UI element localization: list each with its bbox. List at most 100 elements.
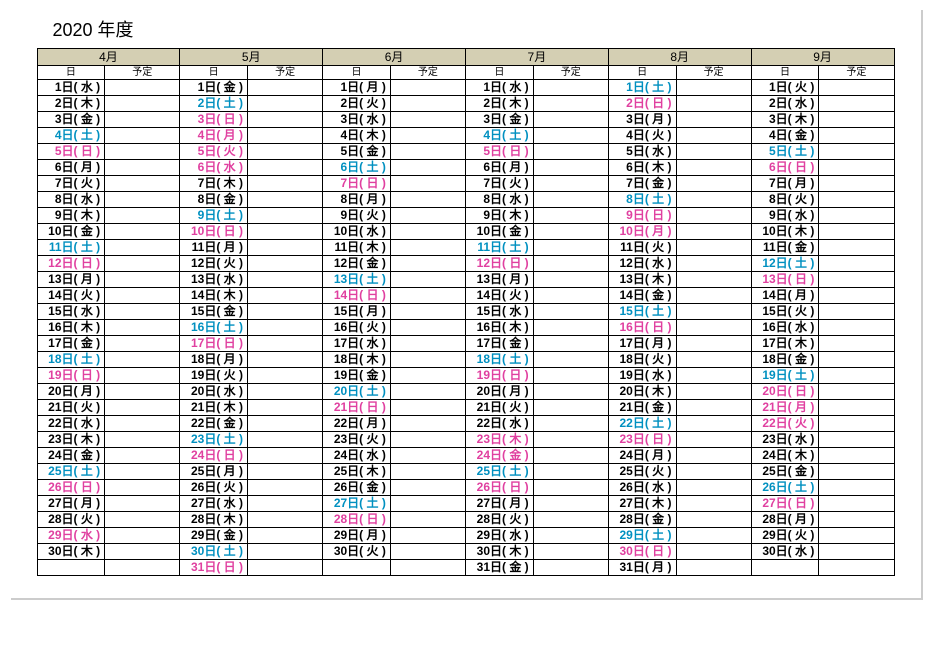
plan-cell <box>533 368 608 384</box>
day-cell: 29日( 土 ) <box>608 528 676 544</box>
plan-cell <box>390 192 465 208</box>
plan-cell <box>105 432 180 448</box>
day-cell: 30日( 火 ) <box>323 544 391 560</box>
plan-cell <box>248 160 323 176</box>
day-cell: 26日( 土 ) <box>751 480 819 496</box>
plan-cell <box>533 528 608 544</box>
day-cell: 23日( 土 ) <box>180 432 248 448</box>
day-cell: 17日( 金 ) <box>37 336 105 352</box>
table-row: 3日( 金 )3日( 日 )3日( 水 )3日( 金 )3日( 月 )3日( 木… <box>37 112 894 128</box>
plan-cell <box>390 384 465 400</box>
day-cell <box>751 560 819 576</box>
plan-cell <box>676 224 751 240</box>
day-cell: 21日( 火 ) <box>37 400 105 416</box>
plan-cell <box>676 256 751 272</box>
day-cell: 21日( 金 ) <box>608 400 676 416</box>
day-cell: 4日( 土 ) <box>37 128 105 144</box>
plan-cell <box>533 448 608 464</box>
plan-cell <box>819 80 894 96</box>
plan-cell <box>105 384 180 400</box>
plan-cell <box>105 480 180 496</box>
day-cell: 24日( 日 ) <box>180 448 248 464</box>
plan-cell <box>390 336 465 352</box>
month-header: 5月 <box>180 49 323 66</box>
day-cell: 13日( 月 ) <box>37 272 105 288</box>
day-cell: 16日( 火 ) <box>323 320 391 336</box>
day-cell: 28日( 金 ) <box>608 512 676 528</box>
day-cell: 4日( 火 ) <box>608 128 676 144</box>
plan-cell <box>819 256 894 272</box>
plan-cell <box>105 448 180 464</box>
day-cell: 6日( 日 ) <box>751 160 819 176</box>
day-cell: 5日( 水 ) <box>608 144 676 160</box>
plan-cell <box>248 96 323 112</box>
plan-cell <box>676 416 751 432</box>
plan-cell <box>105 144 180 160</box>
day-cell: 18日( 月 ) <box>180 352 248 368</box>
plan-cell <box>105 272 180 288</box>
plan-cell <box>533 304 608 320</box>
day-cell: 28日( 日 ) <box>323 512 391 528</box>
day-cell: 8日( 火 ) <box>751 192 819 208</box>
day-cell: 6日( 月 ) <box>37 160 105 176</box>
day-cell: 10日( 木 ) <box>751 224 819 240</box>
day-cell: 30日( 木 ) <box>465 544 533 560</box>
plan-cell <box>248 256 323 272</box>
plan-cell <box>819 464 894 480</box>
day-cell: 22日( 月 ) <box>323 416 391 432</box>
day-cell: 10日( 金 ) <box>465 224 533 240</box>
day-cell: 27日( 月 ) <box>465 496 533 512</box>
table-row: 29日( 水 )29日( 金 )29日( 月 )29日( 水 )29日( 土 )… <box>37 528 894 544</box>
plan-cell <box>105 128 180 144</box>
day-cell: 23日( 木 ) <box>37 432 105 448</box>
day-cell: 29日( 金 ) <box>180 528 248 544</box>
day-cell: 24日( 月 ) <box>608 448 676 464</box>
day-cell: 24日( 金 ) <box>37 448 105 464</box>
plan-cell <box>533 272 608 288</box>
day-cell: 17日( 金 ) <box>465 336 533 352</box>
plan-cell <box>819 512 894 528</box>
day-cell: 28日( 火 ) <box>465 512 533 528</box>
plan-cell <box>390 512 465 528</box>
plan-cell <box>819 432 894 448</box>
plan-cell <box>248 336 323 352</box>
day-cell: 19日( 金 ) <box>323 368 391 384</box>
day-cell: 26日( 火 ) <box>180 480 248 496</box>
day-cell: 20日( 月 ) <box>465 384 533 400</box>
day-cell: 27日( 木 ) <box>608 496 676 512</box>
plan-cell <box>105 496 180 512</box>
plan-cell <box>248 192 323 208</box>
plan-cell <box>676 560 751 576</box>
day-cell: 12日( 日 ) <box>37 256 105 272</box>
subheader-plan: 予定 <box>248 66 323 80</box>
day-cell: 13日( 土 ) <box>323 272 391 288</box>
plan-cell <box>533 384 608 400</box>
plan-cell <box>676 288 751 304</box>
plan-cell <box>248 560 323 576</box>
table-row: 13日( 月 )13日( 水 )13日( 土 )13日( 月 )13日( 木 )… <box>37 272 894 288</box>
plan-cell <box>533 512 608 528</box>
day-cell: 21日( 日 ) <box>323 400 391 416</box>
plan-cell <box>248 432 323 448</box>
day-cell: 30日( 水 ) <box>751 544 819 560</box>
plan-cell <box>819 384 894 400</box>
plan-cell <box>533 400 608 416</box>
day-cell: 10日( 月 ) <box>608 224 676 240</box>
day-cell: 13日( 日 ) <box>751 272 819 288</box>
day-cell: 14日( 木 ) <box>180 288 248 304</box>
month-header: 4月 <box>37 49 180 66</box>
plan-cell <box>533 112 608 128</box>
plan-cell <box>105 528 180 544</box>
plan-cell <box>248 400 323 416</box>
plan-cell <box>390 224 465 240</box>
table-row: 14日( 火 )14日( 木 )14日( 日 )14日( 火 )14日( 金 )… <box>37 288 894 304</box>
plan-cell <box>390 544 465 560</box>
day-cell: 21日( 火 ) <box>465 400 533 416</box>
day-cell: 18日( 木 ) <box>323 352 391 368</box>
day-cell: 23日( 日 ) <box>608 432 676 448</box>
day-cell: 25日( 木 ) <box>323 464 391 480</box>
day-cell: 29日( 水 ) <box>37 528 105 544</box>
day-cell: 24日( 水 ) <box>323 448 391 464</box>
day-cell: 3日( 金 ) <box>37 112 105 128</box>
plan-cell <box>819 336 894 352</box>
